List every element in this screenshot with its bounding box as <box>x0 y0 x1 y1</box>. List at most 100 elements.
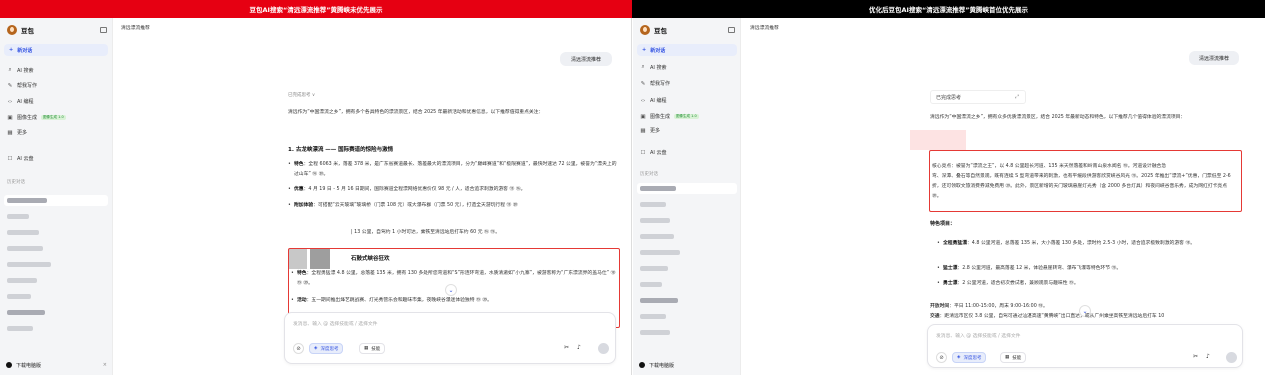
logo[interactable]: 豆包 <box>7 24 34 36</box>
cloud-icon: ☐ <box>7 155 13 162</box>
highlight-line-1: 核心亮点：被誉为“漂流之王”，以 4.8 公里超长河道、135 米天然落差和岭南… <box>932 164 1167 169</box>
traffic-info: 交通：距清远市区仅 3.8 公里，自驾可通过汕湛高速“黄腾峡”出口直达，或从广州… <box>930 314 1165 319</box>
thinking-status[interactable]: 已完成思考 ∨ <box>288 92 315 98</box>
history-item[interactable] <box>640 250 680 255</box>
sidebar-item-cloud[interactable]: ☐ AI 云盘 <box>640 148 667 157</box>
left-panel: 豆包 + 新对话 ⌕ AI 搜索 ✎ 帮我写作 ‹› AI 编程 ▣ 图像生成 图像生成 1… <box>0 18 632 375</box>
input-placeholder: 发消息、输入 @ 选择技能或 / 选择文件 <box>936 334 1021 339</box>
history-item[interactable] <box>640 330 670 335</box>
history-item[interactable] <box>640 218 670 223</box>
history-item[interactable] <box>640 298 678 303</box>
skills-icon: ▦ <box>1005 355 1010 360</box>
answer-intro: 清远作为“中国漂流之乡”，拥有多个各具特色的漂流景区，结合 2025 年最新活动… <box>288 110 544 115</box>
sidebar-item-ai-search[interactable]: ⌕ AI 搜索 <box>7 66 33 75</box>
microphone-icon[interactable]: ♪ <box>577 344 581 351</box>
sidebar-item-ai-search[interactable]: ⌕ AI 搜索 <box>640 63 666 72</box>
history-item[interactable] <box>7 278 37 283</box>
sidebar-item-writing[interactable]: ✎ 帮我写作 <box>640 79 670 88</box>
history-item[interactable] <box>640 314 666 319</box>
image-icon: ▣ <box>640 113 646 120</box>
answer-bullet: 勇士漂：2 公里河道，适合初次尝试者，兼顾观景与趣味性 ⑲。 <box>937 279 1240 289</box>
sidebar-item-more[interactable]: ▦ 更多 <box>640 126 660 135</box>
left-banner: 豆包AI搜索“清远漂流推荐”黄腾峡未优先展示 <box>0 0 632 18</box>
deep-think-icon: ◈ <box>314 346 318 351</box>
search-icon: ⌕ <box>641 64 645 70</box>
chat-input[interactable]: 发消息、输入 @ 选择技能或 / 选择文件 ⊘ ◈ 深度思考 ▦ 技能 ✂ ♪ <box>284 312 616 364</box>
history-title: 历史对话 <box>7 180 25 185</box>
answer-fragment: | 13 公里，自驾约 1 小时可达，乘铁至清远站后打车约 60 元 ⑯ ⑲。 <box>351 230 500 235</box>
download-desktop[interactable]: 下载电脑版 × <box>6 359 107 371</box>
sidebar-collapse-icon[interactable] <box>100 27 107 33</box>
redacted-title <box>910 130 966 150</box>
skills-button[interactable]: ▦ 技能 <box>1000 352 1027 363</box>
sidebar-item-image-gen[interactable]: ▣ 图像生成 图像生成 1.0 <box>7 113 66 122</box>
sidebar-item-more[interactable]: ▦ 更多 <box>7 128 27 137</box>
expand-icon[interactable]: ⤢ <box>1015 94 1019 100</box>
answer-heading-2: 石鼓式峡谷狂欢 <box>351 256 390 262</box>
plus-icon: + <box>642 47 647 53</box>
deep-think-toggle[interactable]: ◈ 深度思考 <box>309 343 344 354</box>
history-item[interactable] <box>7 294 31 299</box>
answer-bullet: 特色：全程 6063 米，落差 378 米，是广东省赛道最长、落差最大的漂流项目… <box>288 160 618 180</box>
history-item[interactable] <box>7 230 39 235</box>
chat-input[interactable]: 发消息、输入 @ 选择技能或 / 选择文件 ⊘ ◈ 深度思考 ▦ 技能 ✂ ♪ <box>927 324 1243 368</box>
sidebar: 豆包 + 新对话 ⌕ AI 搜索 ✎ 帮我写作 ‹› AI 编程 ▣ 图像生成 图像生成 1… <box>0 18 113 375</box>
plus-icon: + <box>9 47 14 53</box>
history-item[interactable] <box>640 234 674 239</box>
image-icon: ▣ <box>7 114 13 121</box>
input-placeholder: 发消息、输入 @ 选择技能或 / 选择文件 <box>293 322 378 327</box>
answer-bullet: 猛士漂：2.8 公里河道，最高落差 12 米，体验悬崖转弯、瀑布飞瀑等特色环节 … <box>937 264 1240 274</box>
code-icon: ‹› <box>7 98 13 105</box>
scroll-down-button[interactable]: ⌄ <box>445 284 457 296</box>
sidebar-item-writing[interactable]: ✎ 帮我写作 <box>7 81 37 90</box>
answer-heading-1: 1. 古龙峡漂流 —— 国际赛道的惊险与激情 <box>288 147 394 153</box>
sidebar-item-cloud[interactable]: ☐ AI 云盘 <box>7 154 34 163</box>
microphone-icon[interactable]: ♪ <box>1206 353 1210 360</box>
download-icon <box>6 362 12 368</box>
highlight-paragraph: 弯、深潭、叠石等自然景观，既有连续 S 型弯道带来的刺激，也有平缓段供游客欣赏峡… <box>932 174 1231 199</box>
skills-button[interactable]: ▦ 技能 <box>359 343 386 354</box>
pen-icon: ✎ <box>7 82 13 89</box>
search-icon: ⌕ <box>8 67 12 73</box>
answer-bullet: 活动：五一期间推出烽艺跳战赛、灯光秀营乐会和趣味市集，夜晚峡谷瀑迷体验独特 ⑲ … <box>291 296 616 306</box>
grid-icon: ▦ <box>640 127 646 134</box>
send-button[interactable] <box>598 343 609 354</box>
history-item[interactable] <box>7 246 43 251</box>
new-chat-button[interactable]: + 新对话 <box>637 44 737 56</box>
history-item[interactable] <box>7 262 51 267</box>
user-query-bubble: 清远漂流推荐 <box>560 52 612 66</box>
cloud-icon: ☐ <box>640 149 646 156</box>
send-button[interactable] <box>1226 352 1237 363</box>
deep-think-toggle[interactable]: ◈ 深度思考 <box>952 352 987 363</box>
doubao-logo-icon <box>7 25 17 35</box>
history-item[interactable] <box>7 326 33 331</box>
right-banner: 优化后豆包AI搜索“清远漂流推荐”黄腾峡首位优先展示 <box>632 0 1265 18</box>
download-desktop[interactable]: 下载电脑版 <box>639 359 740 371</box>
app-name: 豆包 <box>21 27 34 35</box>
logo[interactable]: 豆包 <box>640 24 667 36</box>
sidebar-item-image-gen[interactable]: ▣ 图像生成 图像生成 1.0 <box>640 112 699 121</box>
history-item[interactable] <box>640 282 662 287</box>
scissors-icon[interactable]: ✂ <box>1193 353 1198 360</box>
attach-icon[interactable]: ⊘ <box>936 352 947 363</box>
attach-icon[interactable]: ⊘ <box>293 343 304 354</box>
new-chat-button[interactable]: + 新对话 <box>4 44 108 56</box>
answer-bullet: 全程勇猛漂：4.8 公里河道，总落差 135 米，大小落差 130 多处，漂时约… <box>937 239 1240 249</box>
history-item[interactable] <box>7 310 45 315</box>
thinking-card[interactable]: 已完成思考 ⤢ <box>930 90 1026 104</box>
sidebar-item-coding[interactable]: ‹› AI 编程 <box>640 96 667 105</box>
user-query-bubble: 清远漂流推荐 <box>1189 51 1239 65</box>
history-item[interactable] <box>640 186 676 191</box>
sidebar-collapse-icon[interactable] <box>728 27 735 33</box>
history-item[interactable] <box>640 266 668 271</box>
answer-bullet: 优惠：4 月 19 日 - 5 月 16 日期间，国际赛道全程漂网络优惠价仅 9… <box>288 185 618 195</box>
scissors-icon[interactable]: ✂ <box>564 344 569 351</box>
history-item[interactable] <box>640 202 666 207</box>
image-gen-badge: 图像生成 1.0 <box>41 115 66 120</box>
skills-icon: ▦ <box>364 346 369 351</box>
close-icon[interactable]: × <box>103 362 107 368</box>
history-item[interactable] <box>7 214 29 219</box>
history-item[interactable] <box>7 198 47 203</box>
sidebar-item-coding[interactable]: ‹› AI 编程 <box>7 97 34 106</box>
app-name: 豆包 <box>654 27 667 35</box>
